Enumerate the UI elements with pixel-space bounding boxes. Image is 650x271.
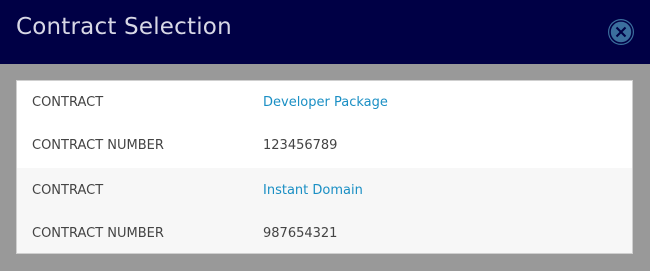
close-icon [609,20,633,44]
contract-name-link[interactable]: Developer Package [263,95,388,110]
contract-row: CONTRACT Developer Package [17,95,632,115]
contract-number-row: CONTRACT NUMBER 987654321 [17,226,632,246]
contract-number-value: 987654321 [263,226,338,241]
contract-list: CONTRACT Developer Package CONTRACT NUMB… [16,80,633,254]
contract-label: CONTRACT [32,95,104,110]
contract-number-value: 123456789 [263,138,338,153]
contract-number-label: CONTRACT NUMBER [32,138,164,153]
contract-number-row: CONTRACT NUMBER 123456789 [17,138,632,158]
contract-item[interactable]: CONTRACT Developer Package CONTRACT NUMB… [17,81,632,169]
contract-row: CONTRACT Instant Domain [17,183,632,203]
contract-item[interactable]: CONTRACT Instant Domain CONTRACT NUMBER … [17,168,632,253]
dialog-title: Contract Selection [16,14,232,40]
close-button[interactable] [608,19,634,45]
contract-name-link[interactable]: Instant Domain [263,183,363,198]
contract-number-label: CONTRACT NUMBER [32,226,164,241]
contract-label: CONTRACT [32,183,104,198]
dialog-header: Contract Selection [0,0,650,64]
